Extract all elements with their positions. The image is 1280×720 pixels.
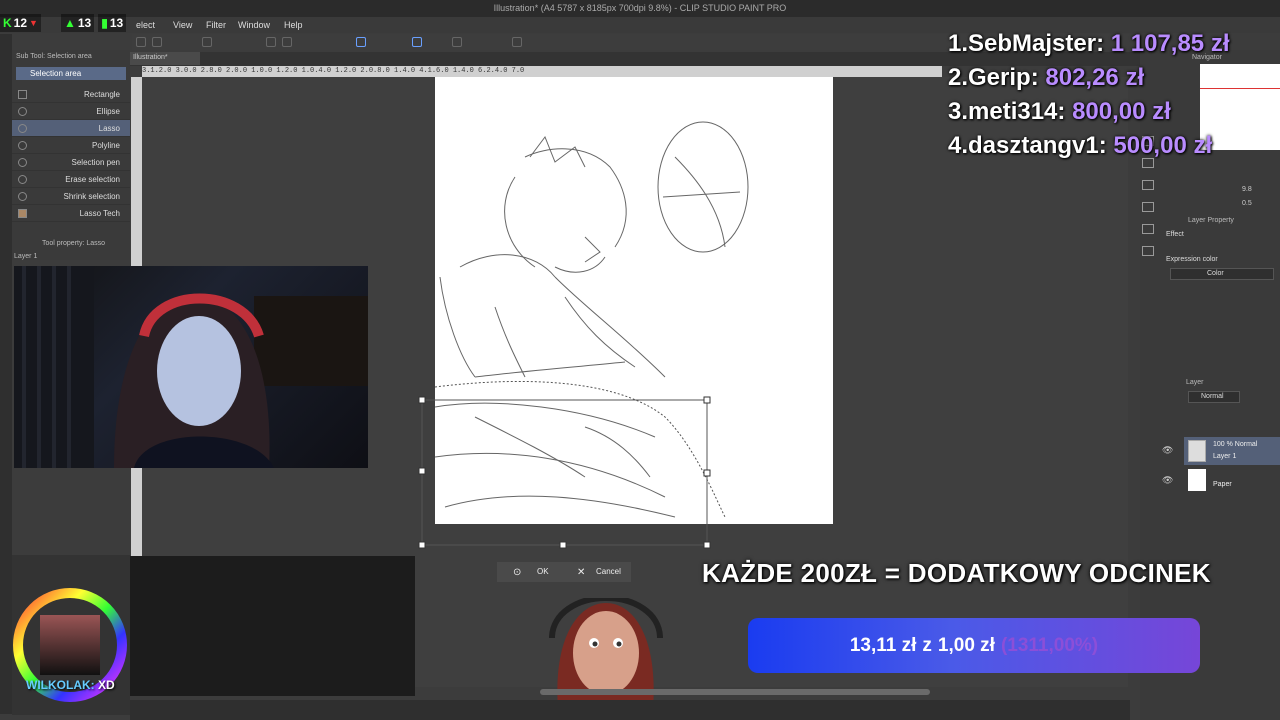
cancel-button[interactable]: Cancel [596, 567, 621, 576]
goal-target: 1,00 zł [937, 634, 995, 656]
subtool-lasso[interactable]: Lasso [12, 120, 130, 137]
signal-bars-icon: ▮ [101, 16, 108, 30]
chat-text: XD [98, 678, 115, 692]
redo-icon[interactable] [282, 37, 292, 47]
leaderboard-row: 1.SebMajster: 1 107,85 zł [948, 30, 1230, 57]
webcam-streamer [14, 266, 368, 468]
undo-icon[interactable] [266, 37, 276, 47]
tab-selection-area[interactable]: Selection area [16, 67, 126, 80]
panel-icon[interactable] [1142, 246, 1154, 256]
layer-opacity: 100 % Normal [1213, 441, 1258, 448]
subtool-panel: Sub Tool: Selection area Selection area … [12, 50, 130, 260]
lasso-icon [18, 124, 27, 133]
up-count: 13 [77, 16, 92, 30]
layer-label: Layer 1 [14, 253, 38, 260]
goal-separator: z [922, 634, 932, 656]
frame-icon[interactable] [412, 37, 422, 47]
bars-count: 13 [109, 16, 124, 30]
tool-property-header: Tool property: Lasso [42, 240, 106, 247]
copy-icon[interactable] [152, 37, 162, 47]
panel-icon[interactable] [1142, 202, 1154, 212]
down-arrow-icon: ▼ [29, 18, 38, 28]
menu-window[interactable]: Window [238, 17, 270, 33]
eye-icon[interactable]: 👁 [1162, 475, 1173, 486]
horizontal-scrollbar[interactable] [540, 689, 930, 695]
webcam-image [14, 266, 368, 468]
layer-property-title: Layer Property [1188, 217, 1234, 224]
menu-help[interactable]: Help [284, 17, 303, 33]
layer-row[interactable]: 100 % Normal Layer 1 [1184, 437, 1280, 465]
icon-column [1140, 130, 1158, 380]
layer-name: Paper [1213, 481, 1232, 488]
chat-name: WILKOLAK: [26, 678, 95, 692]
overlay-panel [130, 556, 415, 696]
donation-leaderboard: 1.SebMajster: 1 107,85 zł 2.Gerip: 802,2… [948, 27, 1278, 163]
transform-icon[interactable] [202, 37, 212, 47]
stream-banner: KAŻDE 200ZŁ = DODATKOWY ODCINEK [702, 558, 1211, 588]
rectangle-icon [18, 90, 27, 99]
panel-icon[interactable] [1142, 224, 1154, 234]
ruler-top: 3.1.2.0 3.0.0 2.8.0 2.0.0 1.0.0 1.2.0 1.… [142, 66, 942, 77]
panel-icon[interactable] [1142, 180, 1154, 190]
subtool-ellipse[interactable]: Ellipse [12, 103, 130, 120]
menu-select[interactable]: elect [136, 17, 155, 33]
expression-color-select[interactable]: Color [1170, 268, 1274, 280]
shrink-icon [18, 192, 27, 201]
subtool-shrink-selection[interactable]: Shrink selection [12, 188, 130, 205]
rotation-value: 0.5 [1242, 200, 1252, 207]
leaderboard-row: 4.dasztangv1: 500,00 zł [948, 132, 1213, 159]
ellipse-icon [18, 107, 27, 116]
ok-button[interactable]: OK [537, 567, 549, 576]
selection-icon[interactable] [356, 37, 366, 47]
transform-dialog: ⊙ OK ✕ Cancel [497, 562, 631, 582]
tab-illustration[interactable]: Illustration* [130, 52, 200, 65]
donation-goal-bar: 13,11 zł z 1,00 zł (1311,00%) [748, 618, 1200, 673]
transform-box[interactable] [418, 396, 713, 552]
left-tool-strip [0, 34, 12, 714]
layer-thumbnail [1188, 469, 1206, 491]
layer-row[interactable]: Paper [1184, 467, 1280, 493]
kill-icon: K [3, 16, 12, 30]
subtool-header: Sub Tool: Selection area [16, 53, 92, 60]
layer-thumbnail [1188, 440, 1206, 462]
subtool-erase-selection[interactable]: Erase selection [12, 171, 130, 188]
up-arrow-icon: ▲ [63, 16, 76, 30]
stream-stats: K 12 ▼ ▲ 13 ▮ 13 [0, 14, 127, 32]
leaderboard-row: 2.Gerip: 802,26 zł [948, 64, 1145, 91]
layer-property-panel: Layer Property Effect Expression color C… [1160, 213, 1280, 383]
eraser-icon [18, 175, 27, 184]
effect-label: Effect [1166, 231, 1184, 238]
chat-message: WILKOLAK: XD [26, 678, 115, 692]
subtool-polyline[interactable]: Polyline [12, 137, 130, 154]
pen-icon [18, 158, 27, 167]
kills-count: 12 [13, 16, 28, 30]
zoom-value: 9.8 [1242, 186, 1252, 193]
layer-tab[interactable]: Layer [1186, 379, 1204, 386]
grid-icon[interactable] [512, 37, 522, 47]
subtool-rectangle[interactable]: Rectangle [12, 86, 130, 103]
lasso-tech-icon [18, 209, 27, 218]
check-icon: ⊙ [513, 567, 522, 578]
blend-mode-select[interactable]: Normal [1188, 391, 1240, 403]
ruler-icon[interactable] [452, 37, 462, 47]
subtool-selection-pen[interactable]: Selection pen [12, 154, 130, 171]
goal-percent: (1311,00%) [1000, 634, 1099, 656]
subtool-lasso-tech[interactable]: Lasso Tech [12, 205, 130, 222]
leaderboard-row: 3.meti314: 800,00 zł [948, 98, 1171, 125]
status-bar [130, 700, 1130, 720]
window-title: Illustration* (A4 5787 x 8185px 700dpi 9… [0, 0, 1280, 17]
expression-color-label: Expression color [1166, 256, 1218, 263]
menu-icon[interactable] [136, 37, 146, 47]
polyline-icon [18, 141, 27, 150]
menu-filter[interactable]: Filter [206, 17, 226, 33]
close-icon: ✕ [577, 567, 586, 578]
goal-current: 13,11 zł [849, 634, 917, 656]
menu-view[interactable]: View [173, 17, 192, 33]
layer-name: Layer 1 [1213, 453, 1237, 460]
eye-icon[interactable]: 👁 [1162, 445, 1173, 456]
